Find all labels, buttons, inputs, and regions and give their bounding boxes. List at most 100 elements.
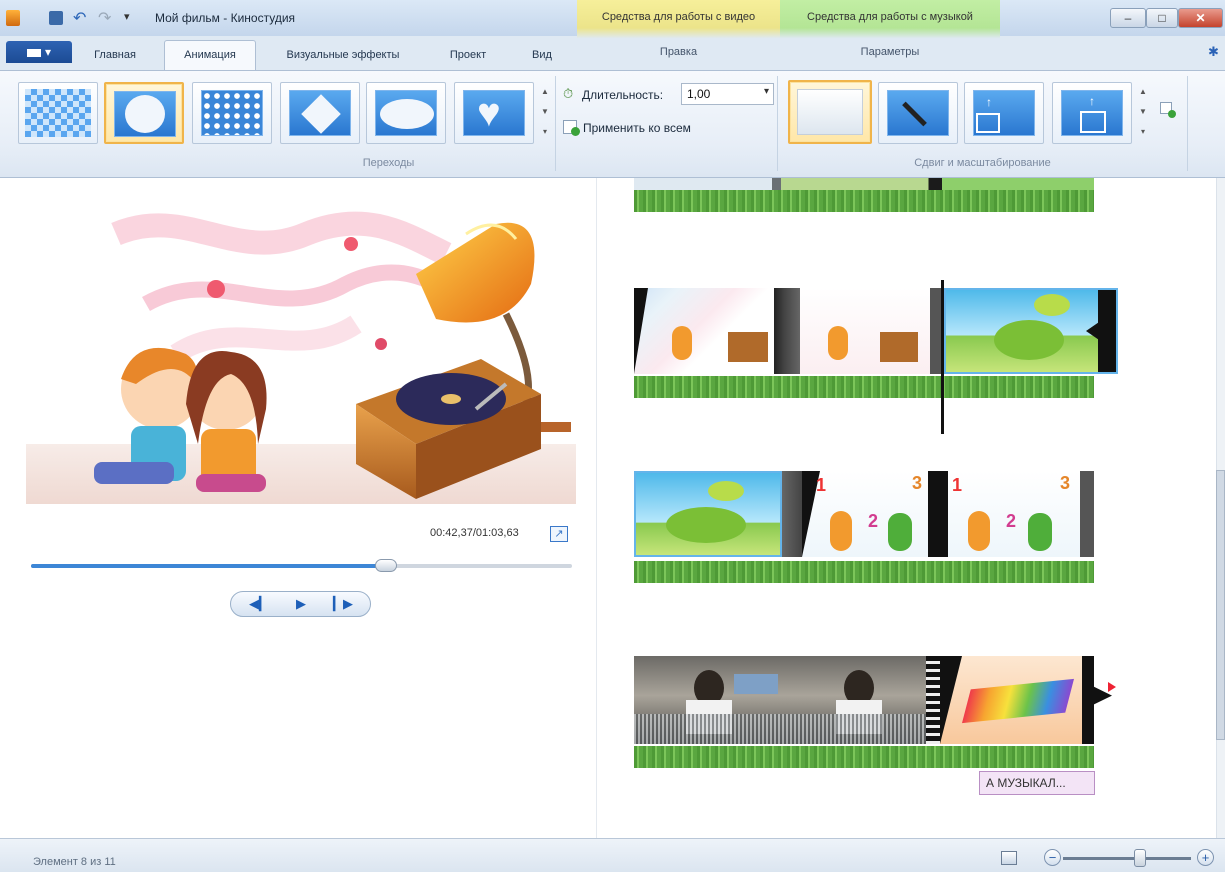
video-tools-context: Средства для работы с видео Правка: [577, 0, 780, 70]
checker-pattern-icon: [25, 89, 91, 137]
apply-all-button[interactable]: Применить ко всем: [563, 118, 723, 138]
gallery-down-icon[interactable]: ▼: [539, 102, 551, 122]
duration-combobox[interactable]: 1,00 ▾: [681, 83, 774, 105]
audio-track[interactable]: [634, 561, 1094, 583]
save-icon[interactable]: [49, 11, 63, 25]
file-menu-button[interactable]: ▾: [6, 41, 72, 63]
quick-access-dropdown-icon[interactable]: ▾: [124, 10, 130, 23]
tab-home[interactable]: Главная: [82, 45, 148, 65]
clip-divider: [928, 471, 948, 557]
playhead[interactable]: [941, 280, 944, 434]
seek-progress: [31, 564, 386, 568]
play-button[interactable]: ▶: [281, 594, 321, 614]
gallery-up-icon[interactable]: ▲: [539, 82, 551, 102]
zoom-slider-thumb[interactable]: [1134, 849, 1146, 867]
panzoom-none[interactable]: [788, 80, 872, 144]
window-title: Мой фильм - Киностудия: [155, 11, 296, 25]
video-clip-selected[interactable]: [944, 288, 1118, 374]
video-clip[interactable]: 1 2 3: [802, 471, 928, 557]
status-bar: [0, 838, 1225, 872]
video-clip[interactable]: [634, 656, 786, 744]
tab-edit[interactable]: Правка: [577, 46, 780, 58]
dots-transition-icon: [201, 90, 263, 136]
panzoom-gallery-scroll[interactable]: ▲ ▼ ▾: [1137, 82, 1149, 144]
tab-options[interactable]: Параметры: [780, 46, 1000, 58]
gallery-down-icon[interactable]: ▼: [1137, 102, 1149, 122]
video-preview[interactable]: [26, 194, 576, 504]
audio-track[interactable]: [634, 746, 1094, 768]
zoom-out-button[interactable]: −: [1044, 849, 1061, 866]
menu-icon: [26, 48, 41, 57]
fullscreen-button[interactable]: ↗: [550, 526, 568, 542]
transition-dots[interactable]: [192, 82, 272, 144]
clip-end-marker: [1082, 656, 1112, 744]
timecode: 00:42,37/01:03,63: [430, 527, 519, 539]
clip-divider: [782, 471, 802, 557]
audio-track[interactable]: [634, 190, 1094, 212]
transition-ellipse[interactable]: [366, 82, 446, 144]
next-frame-button[interactable]: ▎▶: [323, 594, 363, 614]
status-text: Элемент 8 из 11: [33, 856, 116, 868]
transition-checker[interactable]: [18, 82, 98, 144]
circle-transition-icon: [114, 91, 176, 137]
panzoom-up[interactable]: ↑: [1052, 82, 1132, 144]
video-tools-label: Средства для работы с видео: [601, 11, 756, 23]
thumbnail-size-icon[interactable]: [1001, 851, 1017, 865]
storyboard-row-partial: [634, 178, 1094, 190]
music-tools-label: Средства для работы с музыкой: [807, 11, 973, 23]
storyboard-scroll-thumb[interactable]: [1216, 470, 1225, 740]
text-caption[interactable]: А МУЗЫКАЛ...: [979, 771, 1095, 795]
storyboard-row-3: [634, 656, 1118, 744]
clip-divider: [774, 288, 800, 374]
gallery-more-icon[interactable]: ▾: [1137, 122, 1149, 142]
duration-value: 1,00: [687, 87, 711, 101]
zoom-slider[interactable]: [1063, 857, 1191, 860]
transition-circle[interactable]: [104, 82, 184, 144]
chevron-down-icon[interactable]: ▾: [764, 86, 769, 97]
tab-project[interactable]: Проект: [438, 45, 498, 65]
green-check-icon: [571, 127, 580, 136]
video-clip[interactable]: [634, 288, 774, 374]
previous-frame-button[interactable]: ◀▎: [239, 594, 279, 614]
green-dot-icon: [1168, 110, 1176, 118]
ribbon-tabs-right: [1000, 36, 1225, 70]
magic-wand-icon: [887, 90, 949, 136]
zoom-in-button[interactable]: +: [1197, 849, 1214, 866]
video-clip[interactable]: [786, 656, 926, 744]
help-icon[interactable]: ✱: [1208, 44, 1219, 60]
app-icon: [6, 10, 20, 26]
video-clip[interactable]: 1 2 3: [948, 471, 1094, 557]
audio-track[interactable]: [634, 376, 1094, 398]
transition-heart[interactable]: ♥: [454, 82, 534, 144]
panzoom-group-label: Сдвиг и масштабирование: [914, 157, 1051, 169]
panzoom-auto[interactable]: [878, 82, 958, 144]
video-clip[interactable]: [940, 656, 1082, 744]
undo-icon[interactable]: ↶: [73, 8, 86, 28]
gallery-more-icon[interactable]: ▾: [539, 122, 551, 142]
tab-view[interactable]: Вид: [522, 45, 562, 65]
transition-diamond[interactable]: [280, 82, 360, 144]
minimize-button[interactable]: –: [1110, 8, 1146, 28]
transitions-gallery-scroll[interactable]: ▲ ▼ ▾: [539, 82, 551, 144]
video-clip[interactable]: [634, 471, 782, 557]
pan-up-icon: ↑: [1061, 90, 1123, 136]
panzoom-up-left[interactable]: ↑: [964, 82, 1044, 144]
tab-animation[interactable]: Анимация: [164, 40, 256, 70]
tab-visual-effects[interactable]: Визуальные эффекты: [268, 45, 418, 65]
diamond-transition-icon: [289, 90, 351, 136]
redo-icon[interactable]: ↷: [98, 8, 111, 28]
file-menu-label: ▾: [44, 45, 52, 59]
gallery-up-icon[interactable]: ▲: [1137, 82, 1149, 102]
seek-thumb[interactable]: [375, 559, 397, 572]
maximize-button[interactable]: □: [1146, 8, 1178, 28]
pan-up-left-icon: ↑: [973, 90, 1035, 136]
storyboard-row-1: [634, 288, 1118, 374]
close-button[interactable]: ✕: [1178, 8, 1223, 28]
transition-marker: [940, 656, 962, 744]
transitions-group-label: Переходы: [362, 157, 415, 169]
video-clip[interactable]: [800, 288, 930, 374]
ellipse-transition-icon: [375, 90, 437, 136]
transition-marker: [634, 288, 648, 374]
duration-label: Длительность:: [582, 88, 664, 102]
music-tools-context: Средства для работы с музыкой Параметры: [780, 0, 1000, 70]
